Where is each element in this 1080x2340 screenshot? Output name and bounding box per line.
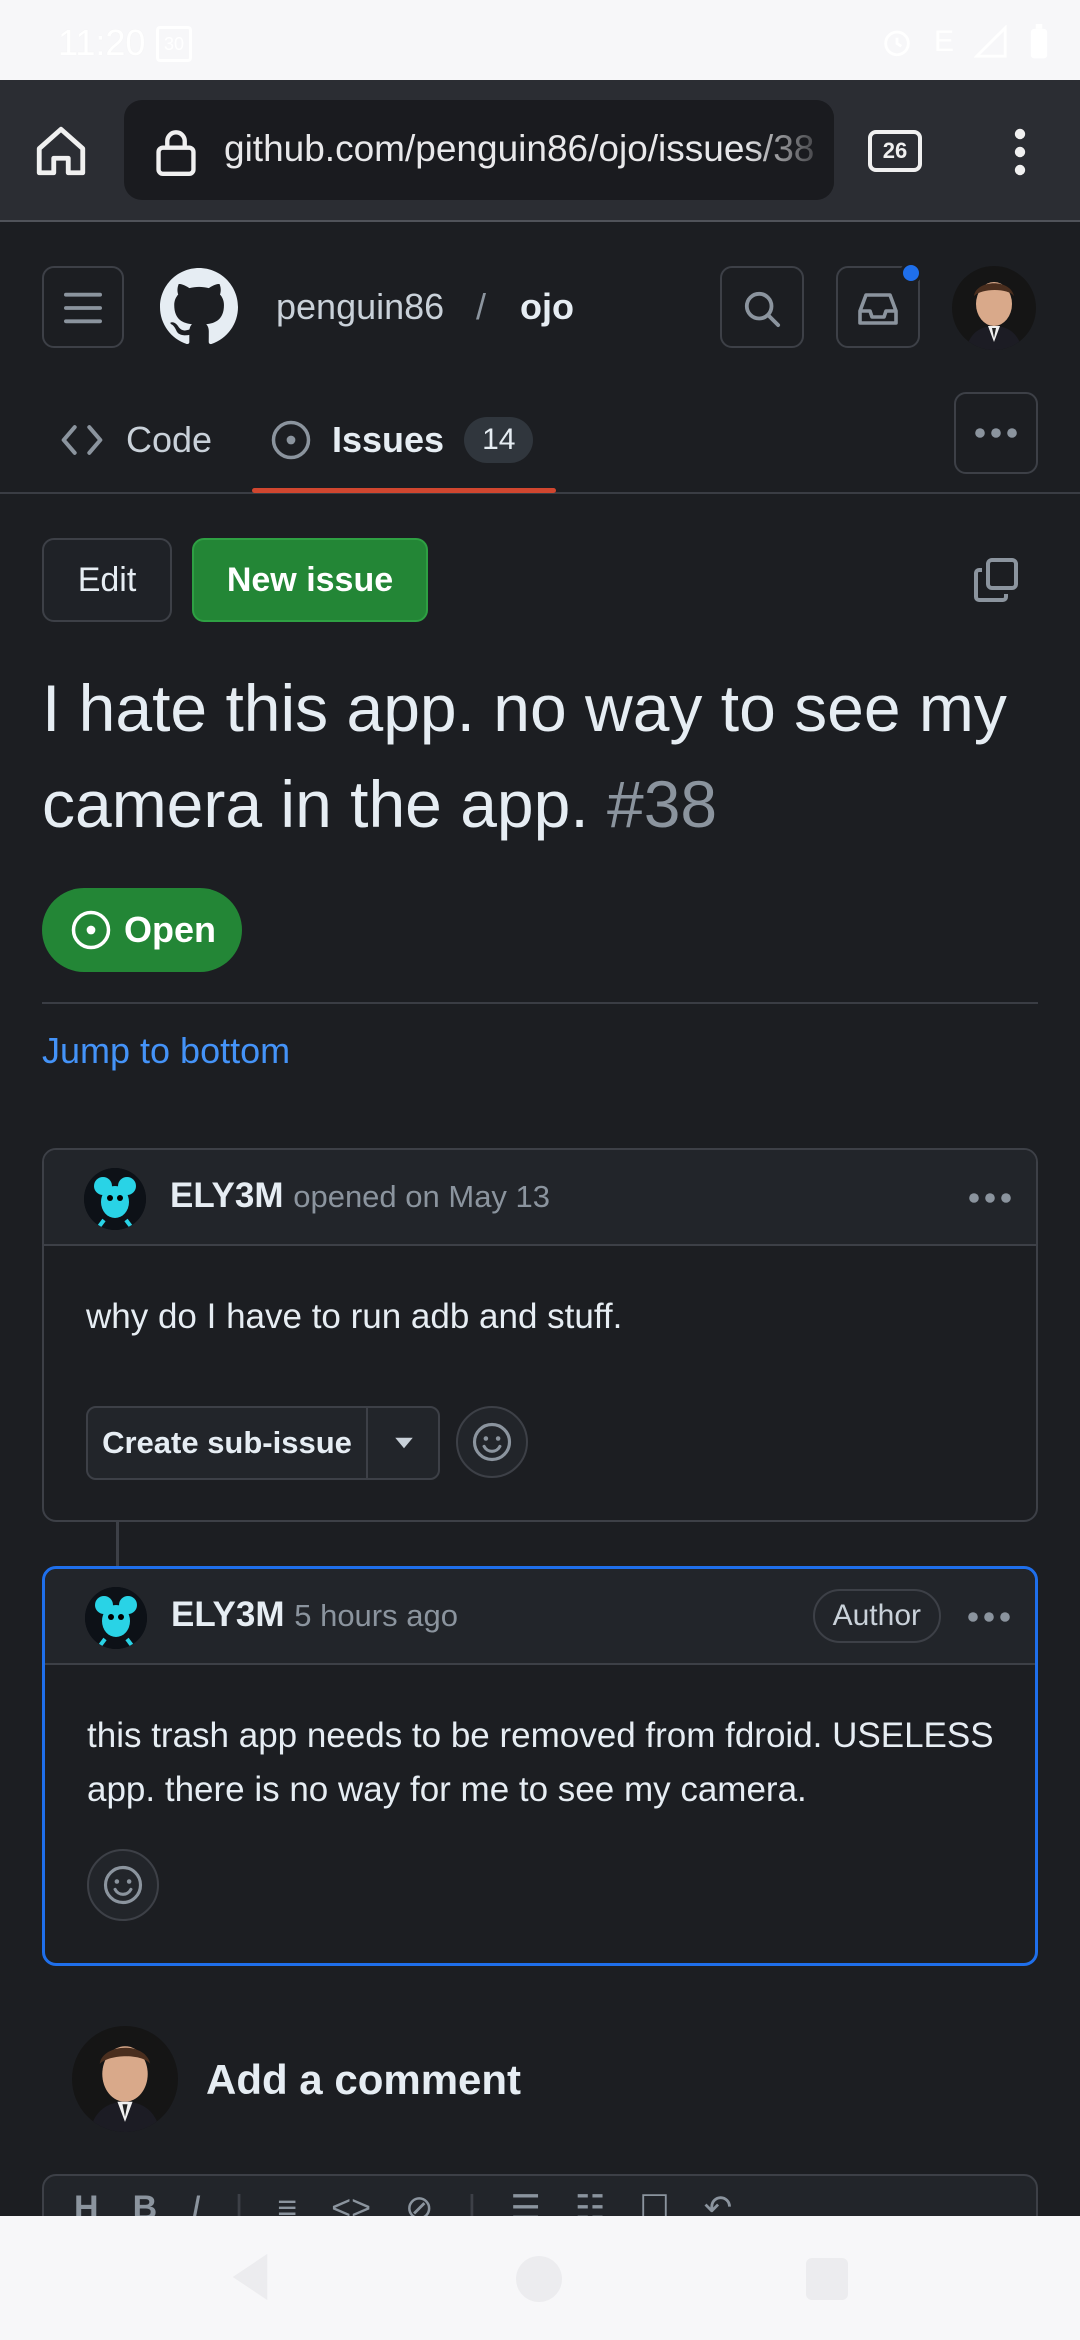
issue-title-text: I hate this app. no way to see my camera… — [42, 671, 1007, 841]
github-header: penguin86 / ojo Code Issues 14 — [0, 224, 1080, 494]
nav-home-button[interactable] — [516, 2256, 562, 2302]
divider — [42, 1002, 1038, 1004]
timeline-connector — [116, 1522, 119, 1566]
alarm-icon — [884, 30, 910, 57]
status-time: 11:20 — [58, 22, 146, 63]
issue-state-label: Open — [124, 909, 217, 950]
home-button[interactable] — [32, 122, 90, 180]
add-reaction-button[interactable] — [456, 1406, 528, 1478]
battery-icon — [1030, 24, 1048, 59]
lock-icon — [156, 130, 196, 176]
comment-meta: opened on May 13 — [293, 1179, 551, 1214]
comment-author-name[interactable]: ELY3M — [171, 1595, 284, 1634]
comment-header: ELY3M opened on May 13 — [44, 1150, 1036, 1246]
ellipsis-icon — [968, 1612, 1010, 1622]
back-icon[interactable] — [228, 2252, 272, 2302]
tab-code-label: Code — [126, 419, 213, 460]
system-nav-bar — [0, 2216, 1080, 2340]
comment-body: why do I have to run adb and stuff. — [86, 1297, 623, 1336]
kebab-icon — [1014, 128, 1026, 176]
sub-issue-button-group: Create sub-issue — [86, 1406, 440, 1480]
tab-issues-label: Issues — [332, 419, 445, 460]
tab-code[interactable]: Code — [60, 410, 212, 470]
nav-recents-button[interactable] — [806, 2258, 848, 2300]
repo-name-link[interactable]: ojo — [520, 286, 574, 328]
active-tab-indicator — [252, 488, 556, 493]
issues-count-badge: 14 — [464, 417, 534, 463]
comment-author-name[interactable]: ELY3M — [170, 1176, 283, 1215]
sub-issue-dropdown-button[interactable] — [370, 1408, 438, 1478]
comment-options-button[interactable] — [965, 1599, 1013, 1635]
inbox-icon — [858, 293, 898, 325]
repo-owner-link[interactable]: penguin86 — [276, 286, 444, 328]
network-type: E — [933, 25, 954, 58]
smiley-icon — [472, 1422, 512, 1462]
copy-link-button[interactable] — [972, 556, 1020, 604]
current-user-avatar — [72, 2026, 178, 2132]
caret-down-icon — [395, 1437, 413, 1449]
address-bar[interactable]: github.com/penguin86/ojo/issues/38 — [124, 100, 834, 200]
user-avatar[interactable] — [952, 266, 1036, 350]
hamburger-icon — [64, 292, 102, 324]
commenter-avatar[interactable] — [85, 1587, 147, 1649]
browser-toolbar: github.com/penguin86/ojo/issues/38 26 — [0, 80, 1080, 222]
search-icon — [744, 291, 781, 328]
home-icon — [36, 126, 86, 176]
notification-dot — [900, 262, 922, 284]
repo-separator: / — [476, 286, 487, 327]
create-sub-issue-button[interactable]: Create sub-issue — [88, 1408, 368, 1478]
hamburger-button[interactable] — [42, 266, 124, 348]
smiley-icon — [103, 1865, 143, 1905]
tab-switcher-button[interactable]: 26 — [868, 130, 922, 172]
issue-state-badge: Open — [42, 888, 242, 972]
url-fade — [744, 100, 834, 200]
comment-timestamp[interactable]: 5 hours ago — [294, 1598, 458, 1633]
copy-icon — [974, 558, 1018, 602]
calendar-icon: 30 — [156, 26, 192, 62]
comment-card-highlighted: ELY3M 5 hours ago Author this trash app … — [42, 1566, 1038, 1966]
comment-options-button[interactable] — [966, 1180, 1014, 1216]
tab-issues[interactable]: Issues 14 — [270, 410, 534, 470]
issue-open-icon — [71, 910, 111, 950]
comment-author: ELY3M opened on May 13 — [170, 1176, 550, 1216]
search-button[interactable] — [720, 266, 804, 348]
issue-title: I hate this app. no way to see my camera… — [42, 660, 1042, 852]
jump-to-bottom-link[interactable]: Jump to bottom — [42, 1030, 290, 1072]
issue-number: #38 — [607, 767, 718, 841]
ellipsis-icon — [975, 428, 1017, 438]
commenter-avatar[interactable] — [84, 1168, 146, 1230]
status-icons: E — [880, 24, 1050, 60]
code-icon — [61, 425, 103, 455]
issue-open-icon — [271, 420, 311, 460]
edit-button[interactable]: Edit — [42, 538, 172, 622]
add-reaction-button[interactable] — [87, 1849, 159, 1921]
new-issue-button[interactable]: New issue — [192, 538, 428, 622]
browser-menu-button[interactable] — [1000, 124, 1040, 180]
more-tabs-button[interactable] — [954, 392, 1038, 474]
github-logo-icon[interactable] — [160, 268, 238, 346]
comment-card: ELY3M opened on May 13 why do I have to … — [42, 1148, 1038, 1522]
author-badge: Author — [812, 1589, 941, 1643]
comment-header: ELY3M 5 hours ago Author — [45, 1569, 1035, 1665]
signal-icon — [974, 25, 1007, 58]
comment-body: this trash app needs to be removed from … — [87, 1716, 994, 1809]
add-comment-heading: Add a comment — [206, 2056, 522, 2103]
status-bar: 11:20 30 E — [0, 0, 1080, 80]
comment-author: ELY3M 5 hours ago — [171, 1595, 458, 1635]
url-text: github.com/penguin86/ojo/issues/38 — [224, 128, 815, 169]
ellipsis-icon — [969, 1193, 1011, 1203]
